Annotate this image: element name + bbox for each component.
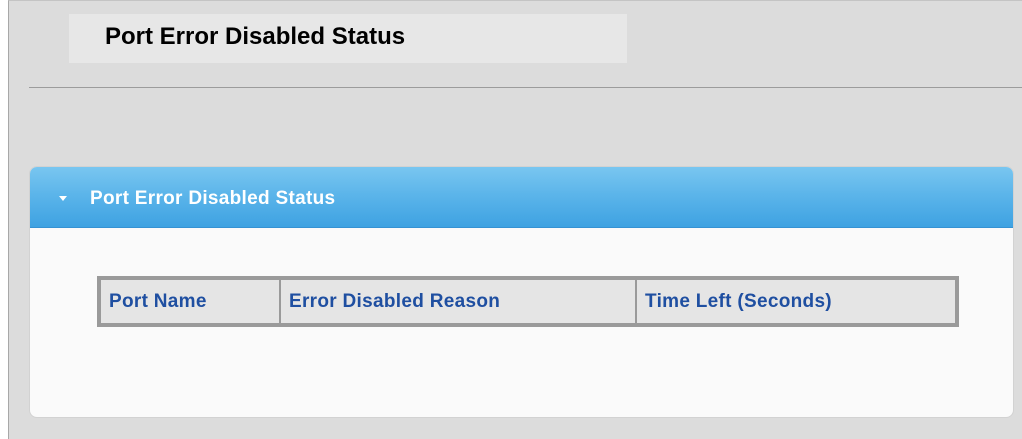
- column-header-port-name: Port Name: [101, 280, 279, 323]
- column-header-error-disabled-reason: Error Disabled Reason: [281, 280, 635, 323]
- page-title-box: Port Error Disabled Status: [69, 14, 627, 63]
- title-divider: [29, 87, 1022, 88]
- panel-header[interactable]: Port Error Disabled Status: [30, 167, 1013, 228]
- content-frame: Port Error Disabled Status Port Error Di…: [8, 0, 1022, 439]
- panel-title: Port Error Disabled Status: [90, 188, 336, 209]
- status-panel: Port Error Disabled Status Port Name Err…: [29, 166, 1014, 418]
- table-header-row: Port Name Error Disabled Reason Time Lef…: [101, 280, 955, 323]
- status-table: Port Name Error Disabled Reason Time Lef…: [99, 278, 957, 325]
- triangle-down-icon[interactable]: [59, 196, 67, 201]
- column-header-time-left: Time Left (Seconds): [637, 280, 955, 323]
- page-title: Port Error Disabled Status: [105, 23, 406, 50]
- status-table-wrapper: Port Name Error Disabled Reason Time Lef…: [97, 276, 959, 327]
